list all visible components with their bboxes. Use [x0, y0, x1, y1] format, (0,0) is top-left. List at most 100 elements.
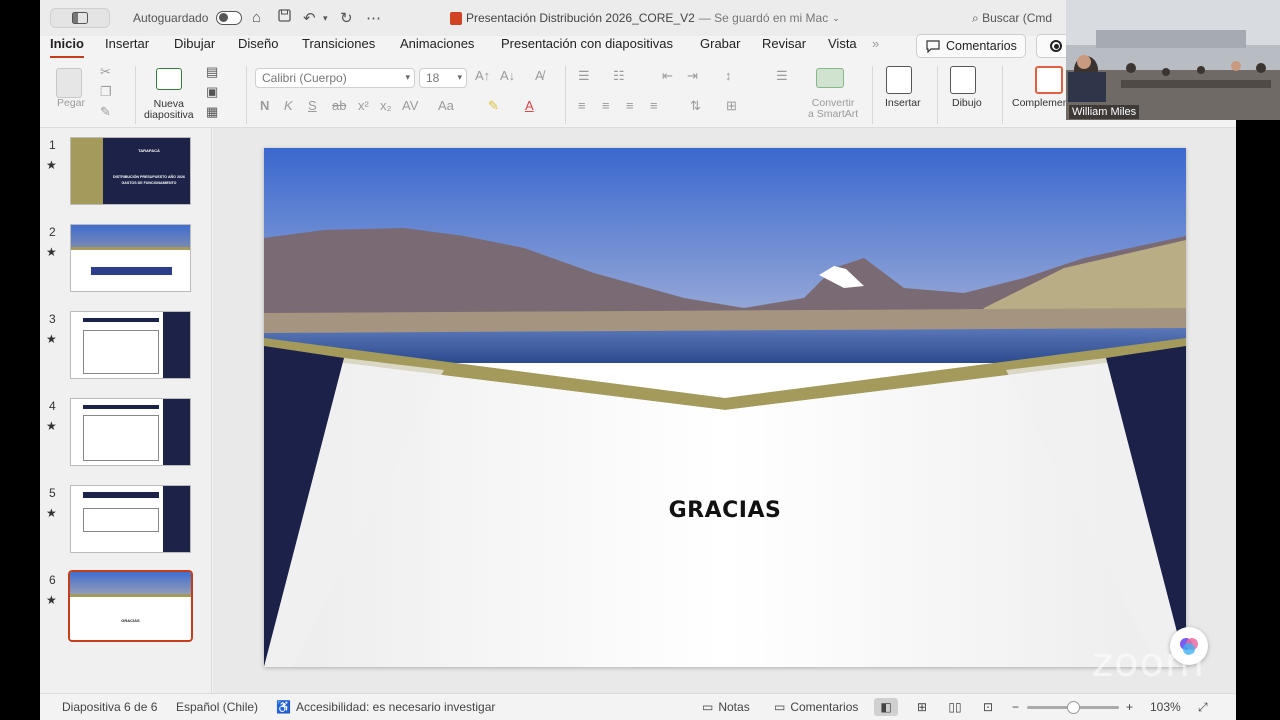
- undo-dropdown-icon[interactable]: ▾: [323, 13, 328, 24]
- convert-smartart-label[interactable]: Convertir a SmartArt: [808, 98, 858, 120]
- copy-icon[interactable]: ❐: [100, 84, 112, 100]
- section-icon[interactable]: ▦: [206, 104, 218, 120]
- document-title[interactable]: Presentación Distribución 2026_CORE_V2 —…: [450, 11, 840, 25]
- thumbnail-row[interactable]: 4 ★: [40, 389, 212, 469]
- participant-video[interactable]: William Miles: [1066, 0, 1280, 120]
- tab-animaciones[interactable]: Animaciones: [400, 36, 474, 58]
- strikethrough-icon[interactable]: ab: [332, 98, 346, 113]
- text-direction-icon[interactable]: ⇅: [690, 98, 701, 114]
- line-spacing-icon[interactable]: ↕: [725, 68, 732, 83]
- search-field[interactable]: ⌕ Buscar (Cmd: [972, 11, 1052, 26]
- notes-label: Notas: [718, 700, 750, 714]
- zoom-slider[interactable]: [1027, 701, 1119, 714]
- language-indicator[interactable]: Español (Chile): [176, 700, 258, 714]
- zoom-slider-handle[interactable]: [1067, 701, 1080, 714]
- font-color-icon[interactable]: A: [525, 98, 534, 113]
- tab-transiciones[interactable]: Transiciones: [302, 36, 375, 58]
- addins-label[interactable]: Complemen: [1012, 98, 1069, 109]
- clear-format-icon[interactable]: A̸: [535, 68, 544, 83]
- numbering-icon[interactable]: ☷: [613, 68, 625, 84]
- reading-view-icon[interactable]: ▯▯: [943, 698, 967, 716]
- align-right-icon[interactable]: ≡: [626, 98, 634, 113]
- reset-icon[interactable]: ▣: [206, 84, 218, 100]
- redo-icon[interactable]: ↻: [340, 9, 353, 27]
- tab-grabar[interactable]: Grabar: [700, 36, 740, 58]
- tab-diseno[interactable]: Diseño: [238, 36, 278, 58]
- new-slide-label[interactable]: Nueva diapositiva: [144, 99, 194, 121]
- notes-button[interactable]: ▭ Notas: [702, 700, 750, 714]
- slide-position: Diapositiva 6 de 6: [62, 700, 158, 714]
- superscript-icon[interactable]: x²: [358, 98, 369, 113]
- thumbnail-row[interactable]: 5 ★: [40, 476, 212, 556]
- slide-thumbnail-5[interactable]: [70, 485, 191, 553]
- justify-icon[interactable]: ≡: [650, 98, 658, 113]
- thumbnail-row[interactable]: 6 ★ GRACIAS: [40, 563, 212, 644]
- tab-vista[interactable]: Vista: [828, 36, 857, 58]
- thumbnail-row[interactable]: 3 ★: [40, 302, 212, 382]
- new-slide-icon[interactable]: [156, 68, 182, 90]
- underline-icon[interactable]: S: [308, 98, 317, 113]
- tab-insertar[interactable]: Insertar: [105, 36, 149, 58]
- thumbnail-row[interactable]: 1 ★ TARAPACÁ DISTRIBUCIÓN PRESUPUESTO AÑ…: [40, 128, 212, 208]
- align-text-icon[interactable]: ⊞: [726, 98, 737, 114]
- align-left-icon[interactable]: ≡: [578, 98, 586, 113]
- paste-icon[interactable]: [56, 68, 82, 98]
- cut-icon[interactable]: ✂: [100, 64, 111, 80]
- change-case-icon[interactable]: Aa: [438, 98, 454, 113]
- zoom-in-button[interactable]: +: [1126, 700, 1133, 714]
- character-spacing-icon[interactable]: AV: [402, 98, 418, 113]
- insert-label[interactable]: Insertar: [885, 98, 921, 109]
- drawing-label[interactable]: Dibujo: [952, 98, 982, 109]
- tab-dibujar[interactable]: Dibujar: [174, 36, 215, 58]
- increase-indent-icon[interactable]: ⇥: [687, 68, 698, 84]
- slide-thumbnail-2[interactable]: [70, 224, 191, 292]
- align-center-icon[interactable]: ≡: [602, 98, 610, 113]
- increase-font-icon[interactable]: A↑: [475, 68, 490, 83]
- accessibility-status[interactable]: ♿ Accesibilidad: es necesario investigar: [276, 700, 495, 714]
- smartart-icon[interactable]: [816, 68, 844, 88]
- layout-icon[interactable]: ▤: [206, 64, 218, 80]
- subscript-icon[interactable]: x₂: [380, 98, 392, 113]
- insert-shapes-icon[interactable]: [886, 66, 912, 94]
- decrease-font-icon[interactable]: A↓: [500, 68, 515, 83]
- save-icon[interactable]: [278, 9, 291, 26]
- slide-thumbnail-1[interactable]: TARAPACÁ DISTRIBUCIÓN PRESUPUESTO AÑO 20…: [70, 137, 191, 205]
- home-icon[interactable]: ⌂: [252, 9, 261, 26]
- tab-presentacion[interactable]: Presentación con diapositivas: [501, 36, 673, 58]
- more-tabs-icon[interactable]: »: [872, 36, 879, 58]
- toggle-sidebar-button[interactable]: [50, 8, 110, 28]
- bold-icon[interactable]: N: [260, 98, 269, 113]
- tab-revisar[interactable]: Revisar: [762, 36, 806, 58]
- columns-icon[interactable]: ☰: [776, 68, 788, 84]
- addins-icon[interactable]: [1035, 66, 1063, 94]
- italic-icon[interactable]: K: [284, 98, 293, 113]
- zoom-level[interactable]: 103%: [1150, 700, 1181, 714]
- slide-sorter-icon[interactable]: ⊞: [910, 698, 934, 716]
- font-family-select[interactable]: Calibri (Cuerpo) ▾: [255, 68, 415, 88]
- bullets-icon[interactable]: ☰: [578, 68, 590, 84]
- slide-thumbnail-3[interactable]: [70, 311, 191, 379]
- status-comments-button[interactable]: ▭ Comentarios: [774, 700, 858, 714]
- normal-view-icon[interactable]: ◧: [874, 698, 898, 716]
- slide-thumbnail-4[interactable]: [70, 398, 191, 466]
- comments-button[interactable]: Comentarios: [916, 34, 1026, 58]
- decrease-indent-icon[interactable]: ⇤: [662, 68, 673, 84]
- fit-to-window-icon[interactable]: ⤢: [1198, 700, 1208, 715]
- slide-title[interactable]: GRACIAS: [264, 498, 1186, 523]
- slide-thumbnail-6[interactable]: GRACIAS: [66, 568, 195, 644]
- drawing-icon[interactable]: [950, 66, 976, 94]
- thumbnail-row[interactable]: 2 ★: [40, 215, 212, 295]
- highlight-icon[interactable]: ✎: [488, 98, 499, 114]
- autosave-toggle[interactable]: [216, 11, 242, 25]
- font-size-select[interactable]: 18 ▾: [419, 68, 467, 88]
- tab-inicio[interactable]: Inicio: [50, 36, 84, 58]
- undo-icon[interactable]: ↶: [303, 9, 316, 27]
- thumb-table: [83, 508, 159, 532]
- current-slide[interactable]: GRACIAS: [264, 148, 1186, 667]
- more-options-icon[interactable]: ⋯: [366, 9, 381, 27]
- format-painter-icon[interactable]: ✎: [100, 104, 111, 120]
- slideshow-view-icon[interactable]: ⊡: [976, 698, 1000, 716]
- slide-editor-canvas[interactable]: GRACIAS: [213, 128, 1236, 693]
- thumbnail-number: 2: [49, 225, 56, 239]
- zoom-out-button[interactable]: −: [1012, 700, 1019, 714]
